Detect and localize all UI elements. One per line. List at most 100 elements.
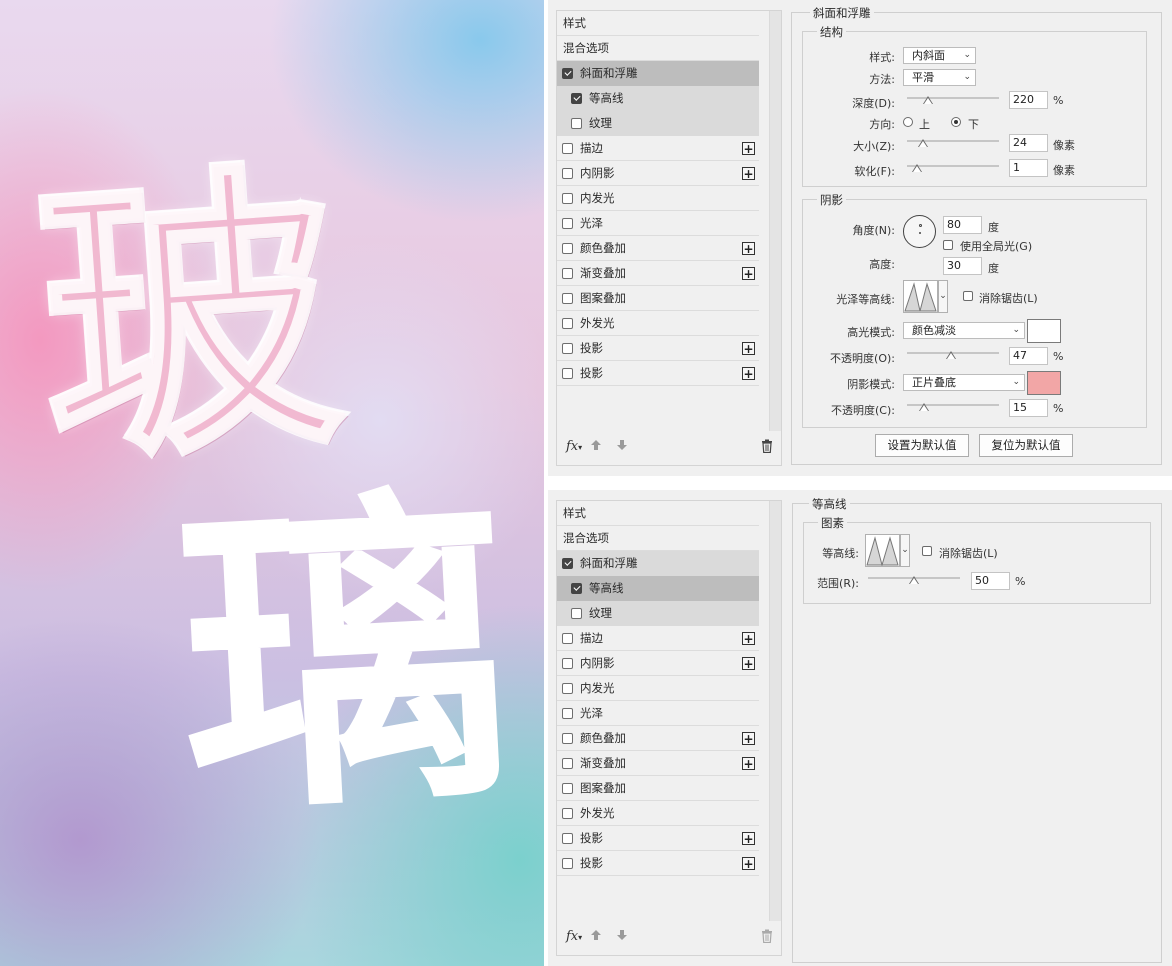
texture-checkbox[interactable]	[571, 117, 582, 129]
add-gradient-overlay-icon[interactable]: +	[742, 757, 755, 770]
add-gradient-overlay-icon[interactable]: +	[742, 267, 755, 280]
add-drop-shadow-icon[interactable]: +	[742, 367, 755, 380]
up-arrow-icon[interactable]	[589, 929, 603, 943]
add-stroke-icon[interactable]: +	[742, 632, 755, 645]
global-light-checkbox[interactable]	[943, 240, 953, 250]
color-overlay-checkbox[interactable]	[562, 732, 573, 744]
add-color-overlay-icon[interactable]: +	[742, 732, 755, 745]
drop-shadow-1-checkbox[interactable]	[562, 342, 573, 354]
depth-input[interactable]: 220	[1009, 91, 1048, 109]
style-item-outer-glow[interactable]: 外发光	[557, 801, 759, 826]
style-item-drop-shadow-2[interactable]: 投影 +	[557, 851, 759, 876]
contour-dropdown[interactable]: ⌄	[900, 534, 910, 567]
depth-slider[interactable]	[907, 95, 999, 105]
slider-knob[interactable]	[918, 139, 929, 147]
style-item-gradient-overlay[interactable]: 渐变叠加 +	[557, 751, 759, 776]
shadow-opacity-slider[interactable]	[907, 402, 999, 412]
satin-checkbox[interactable]	[562, 217, 573, 229]
stroke-checkbox[interactable]	[562, 142, 573, 154]
reset-default-button[interactable]: 复位为默认值	[979, 434, 1073, 457]
highlight-opacity-input[interactable]: 47	[1009, 347, 1048, 365]
add-stroke-icon[interactable]: +	[742, 142, 755, 155]
color-overlay-checkbox[interactable]	[562, 242, 573, 254]
slider-knob[interactable]	[923, 96, 934, 104]
outer-glow-checkbox[interactable]	[562, 317, 573, 329]
slider-knob[interactable]	[909, 576, 919, 584]
down-arrow-icon[interactable]	[615, 439, 629, 453]
style-item-color-overlay[interactable]: 颜色叠加 +	[557, 726, 759, 751]
style-item-stroke[interactable]: 描边 +	[557, 136, 759, 161]
style-item-texture[interactable]: 纹理	[557, 601, 759, 626]
inner-glow-checkbox[interactable]	[562, 682, 573, 694]
gloss-anti-alias-checkbox[interactable]	[963, 291, 973, 301]
outer-glow-checkbox[interactable]	[562, 807, 573, 819]
size-slider[interactable]	[907, 138, 999, 148]
add-drop-shadow-icon[interactable]: +	[742, 857, 755, 870]
gloss-contour-dropdown[interactable]: ⌄	[938, 280, 948, 313]
style-item-inner-glow[interactable]: 内发光	[557, 186, 759, 211]
style-item-blend-options[interactable]: 混合选项	[557, 36, 759, 61]
contour-checkbox[interactable]	[571, 582, 582, 594]
add-inner-shadow-icon[interactable]: +	[742, 657, 755, 670]
fx-icon[interactable]: fx▾	[566, 439, 582, 454]
method-select[interactable]: 平滑 ⌄	[903, 69, 976, 86]
style-item-inner-glow[interactable]: 内发光	[557, 676, 759, 701]
style-item-inner-shadow[interactable]: 内阴影 +	[557, 161, 759, 186]
shadow-mode-select[interactable]: 正片叠底 ⌄	[903, 374, 1025, 391]
contour-anti-alias-checkbox[interactable]	[922, 546, 932, 556]
style-item-drop-shadow-1[interactable]: 投影 +	[557, 336, 759, 361]
style-item-satin[interactable]: 光泽	[557, 211, 759, 236]
add-inner-shadow-icon[interactable]: +	[742, 167, 755, 180]
satin-checkbox[interactable]	[562, 707, 573, 719]
texture-checkbox[interactable]	[571, 607, 582, 619]
style-item-pattern-overlay[interactable]: 图案叠加	[557, 286, 759, 311]
size-input[interactable]: 24	[1009, 134, 1048, 152]
down-arrow-icon[interactable]	[615, 929, 629, 943]
style-list-header[interactable]: 样式	[557, 501, 759, 526]
inner-shadow-checkbox[interactable]	[562, 167, 573, 179]
trash-icon[interactable]	[761, 929, 773, 944]
angle-input[interactable]: 80	[943, 216, 982, 234]
style-item-bevel[interactable]: 斜面和浮雕	[557, 61, 759, 86]
bevel-checkbox[interactable]	[562, 67, 573, 79]
inner-glow-checkbox[interactable]	[562, 192, 573, 204]
shadow-opacity-input[interactable]: 15	[1009, 399, 1048, 417]
style-item-drop-shadow-2[interactable]: 投影 +	[557, 361, 759, 386]
fx-icon[interactable]: fx▾	[566, 929, 582, 944]
pattern-overlay-checkbox[interactable]	[562, 292, 573, 304]
style-list-scrollbar[interactable]	[769, 501, 781, 921]
set-default-button[interactable]: 设置为默认值	[875, 434, 969, 457]
style-item-texture[interactable]: 纹理	[557, 111, 759, 136]
soften-input[interactable]: 1	[1009, 159, 1048, 177]
pattern-overlay-checkbox[interactable]	[562, 782, 573, 794]
highlight-opacity-slider[interactable]	[907, 350, 999, 360]
altitude-input[interactable]: 30	[943, 257, 982, 275]
style-item-satin[interactable]: 光泽	[557, 701, 759, 726]
soften-slider[interactable]	[907, 163, 999, 173]
style-item-contour[interactable]: 等高线	[557, 86, 759, 111]
highlight-mode-select[interactable]: 颜色减淡 ⌄	[903, 322, 1025, 339]
slider-knob[interactable]	[919, 403, 930, 411]
style-item-inner-shadow[interactable]: 内阴影 +	[557, 651, 759, 676]
style-item-outer-glow[interactable]: 外发光	[557, 311, 759, 336]
trash-icon[interactable]	[761, 439, 773, 454]
gradient-overlay-checkbox[interactable]	[562, 757, 573, 769]
bevel-checkbox[interactable]	[562, 557, 573, 569]
shadow-color-swatch[interactable]	[1027, 371, 1061, 395]
add-color-overlay-icon[interactable]: +	[742, 242, 755, 255]
contour-checkbox[interactable]	[571, 92, 582, 104]
up-arrow-icon[interactable]	[589, 439, 603, 453]
style-item-color-overlay[interactable]: 颜色叠加 +	[557, 236, 759, 261]
range-input[interactable]: 50	[971, 572, 1010, 590]
direction-up-radio[interactable]	[903, 117, 913, 127]
style-item-gradient-overlay[interactable]: 渐变叠加 +	[557, 261, 759, 286]
add-drop-shadow-icon[interactable]: +	[742, 832, 755, 845]
angle-dial[interactable]	[903, 215, 936, 248]
style-item-bevel[interactable]: 斜面和浮雕	[557, 551, 759, 576]
bevel-style-select[interactable]: 内斜面 ⌄	[903, 47, 976, 64]
range-slider[interactable]	[868, 575, 960, 585]
gloss-contour-thumbnail[interactable]	[903, 280, 938, 313]
add-drop-shadow-icon[interactable]: +	[742, 342, 755, 355]
style-item-stroke[interactable]: 描边 +	[557, 626, 759, 651]
stroke-checkbox[interactable]	[562, 632, 573, 644]
